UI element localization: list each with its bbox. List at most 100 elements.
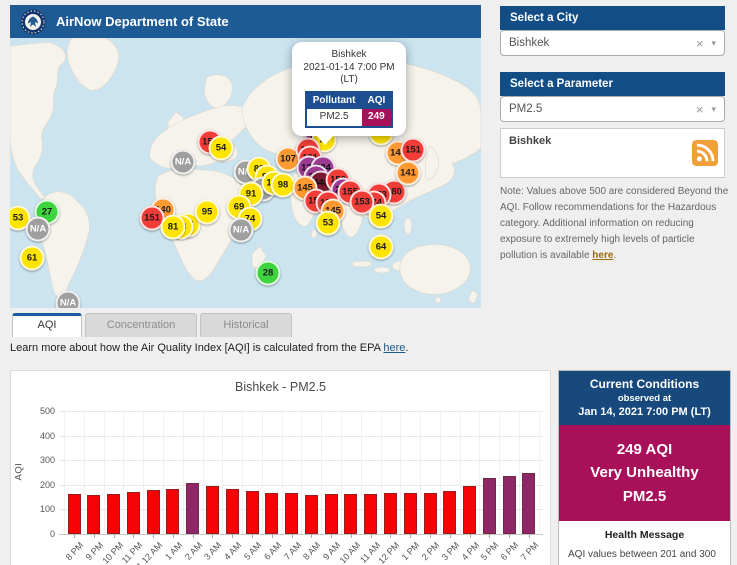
parameter-selector-widget: Select a Parameter PM2.5 × ▾: [500, 72, 725, 122]
cc-health-text: AQI values between 201 and 300 trigger a…: [568, 548, 716, 560]
chart-bar[interactable]: [522, 472, 536, 534]
grid-line-vertical: [222, 411, 224, 534]
chart-bar[interactable]: [87, 495, 101, 534]
chart-bar[interactable]: [344, 493, 358, 534]
aqi-marker[interactable]: 95: [194, 199, 220, 225]
x-tick-label: 7 PM: [518, 540, 541, 563]
city-select-value: Bishkek: [509, 37, 550, 49]
chart-panel: Bishkek - PM2.5 AQI 0 100 200 300 400 500 8 PM…: [10, 370, 551, 565]
y-tick-label: 300: [39, 455, 55, 466]
world-map[interactable]: 5327N/A61N/A1401516778819515254N/AN/A828…: [10, 38, 481, 308]
chart-bar[interactable]: [265, 492, 279, 534]
city-select[interactable]: Bishkek × ▾: [500, 30, 725, 56]
popup-timezone: (LT): [340, 74, 358, 85]
clear-icon[interactable]: ×: [696, 37, 704, 50]
parameter-select[interactable]: PM2.5 × ▾: [500, 96, 725, 122]
x-tick-mark: [74, 534, 75, 538]
chart-bar[interactable]: [482, 477, 496, 534]
y-tick-label: 400: [39, 430, 55, 441]
grid-line-vertical: [242, 411, 244, 534]
x-tick-mark: [528, 534, 530, 538]
x-tick-mark: [509, 534, 511, 538]
tab-historical[interactable]: Historical: [200, 313, 292, 337]
x-tick-label: 4 AM: [222, 540, 244, 562]
chart-bar[interactable]: [383, 493, 397, 534]
chart-bar[interactable]: [166, 488, 180, 534]
chart-bar[interactable]: [502, 475, 516, 534]
tab-concentration[interactable]: Concentration: [85, 313, 197, 337]
cc-aqi-parameter: PM2.5: [622, 487, 667, 505]
aqi-marker[interactable]: N/A: [25, 216, 51, 242]
x-tick-mark: [410, 534, 412, 538]
y-tick-label: 0: [49, 529, 55, 539]
y-tick-label: 100: [39, 504, 55, 515]
popup-pollutant: PM2.5: [305, 109, 362, 127]
aqi-marker[interactable]: N/A: [228, 217, 254, 243]
chevron-down-icon[interactable]: ▾: [711, 38, 716, 49]
aqi-marker[interactable]: 61: [19, 245, 45, 271]
grid-line-vertical: [64, 411, 66, 534]
aqi-marker[interactable]: N/A: [170, 149, 196, 175]
x-tick-mark: [331, 534, 333, 538]
chart-bar[interactable]: [67, 493, 81, 534]
app-header: AirNow Department of State: [10, 5, 481, 38]
aqi-marker[interactable]: 54: [208, 135, 234, 161]
chart-bar[interactable]: [126, 491, 140, 534]
note-here-link[interactable]: here: [592, 250, 613, 261]
parameter-selector-header: Select a Parameter: [500, 72, 725, 96]
x-tick-mark: [133, 534, 135, 538]
grid-line-vertical: [400, 411, 402, 534]
aqi-marker[interactable]: 53: [315, 210, 341, 236]
grid-line-vertical: [301, 411, 303, 534]
chart-bar[interactable]: [364, 493, 378, 534]
grid-line-vertical: [479, 411, 481, 534]
x-tick-label: 3 AM: [202, 540, 224, 562]
chart-bar[interactable]: [403, 493, 417, 534]
epa-here-link[interactable]: here: [383, 342, 405, 354]
chart-bar[interactable]: [443, 490, 457, 534]
aqi-marker[interactable]: 64: [368, 234, 394, 260]
aqi-marker[interactable]: 81: [160, 214, 186, 240]
grid-line-vertical: [459, 411, 461, 534]
clear-icon[interactable]: ×: [696, 103, 704, 116]
city-selector-widget: Select a City Bishkek × ▾: [500, 6, 725, 56]
grid-line-vertical: [202, 411, 204, 534]
x-tick-mark: [271, 534, 273, 538]
chevron-down-icon[interactable]: ▾: [711, 104, 716, 115]
x-tick-label: 4 PM: [459, 540, 481, 563]
chart-bar[interactable]: [107, 494, 121, 534]
cc-datetime: Jan 14, 2021 7:00 PM (LT): [578, 406, 711, 418]
map-popup: Bishkek 2021-01-14 7:00 PM (LT) Pollutan…: [292, 42, 406, 144]
feed-city-label: Bishkek: [509, 135, 552, 147]
x-tick-label: 2 AM: [182, 540, 204, 562]
cc-health-title: Health Message: [604, 528, 685, 541]
chart-bar[interactable]: [186, 483, 200, 534]
aqi-marker[interactable]: N/A: [55, 290, 81, 308]
chart-bar[interactable]: [205, 486, 219, 534]
grid-line-vertical: [261, 411, 263, 534]
tab-bar: AQI Concentration Historical: [12, 313, 292, 337]
chart-bar[interactable]: [423, 492, 437, 534]
chart-bar[interactable]: [225, 488, 239, 534]
grid-line-horizontal: [59, 460, 543, 462]
x-tick-mark: [252, 534, 254, 538]
grid-line-vertical: [163, 411, 164, 534]
chart-bar[interactable]: [285, 493, 299, 534]
grid-line-vertical: [360, 411, 362, 534]
chart-bar[interactable]: [463, 486, 477, 534]
chart-bar[interactable]: [304, 494, 318, 534]
tab-aqi[interactable]: AQI: [12, 313, 82, 337]
aqi-marker[interactable]: 28: [255, 260, 281, 286]
parameter-select-value: PM2.5: [509, 103, 543, 115]
x-tick-label: 5 PM: [479, 540, 501, 563]
rss-icon[interactable]: [692, 140, 718, 166]
chart-bar[interactable]: [324, 494, 338, 534]
chart-bar[interactable]: [245, 490, 259, 534]
x-tick-label: 6 AM: [261, 540, 284, 562]
aqi-marker[interactable]: 151: [400, 137, 426, 163]
aqi-marker[interactable]: 54: [368, 203, 394, 229]
aqi-marker[interactable]: 141: [395, 160, 421, 186]
x-tick-label: 5 AM: [242, 540, 264, 562]
chart-bar[interactable]: [146, 490, 160, 534]
grid-line-vertical: [103, 411, 105, 534]
